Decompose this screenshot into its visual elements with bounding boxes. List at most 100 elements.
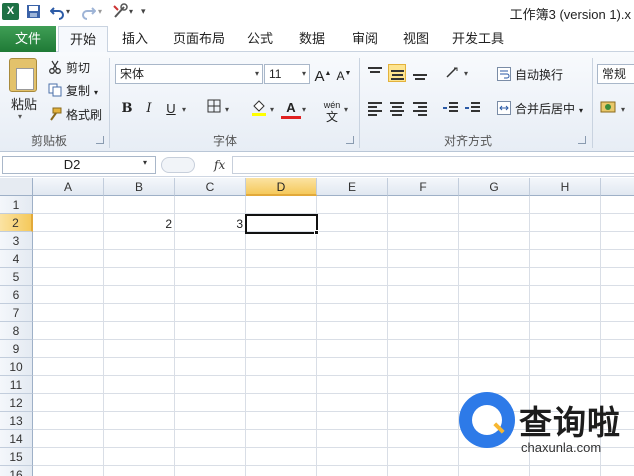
column-header-a[interactable]: A [33,178,104,196]
paste-dropdown-icon[interactable]: ▾ [18,112,22,121]
italic-button[interactable]: I [139,99,159,119]
tab-developer[interactable]: 开发工具 [448,26,508,52]
tools-dropdown-icon[interactable]: ▾ [129,3,137,20]
font-launcher-icon[interactable] [346,136,354,144]
name-box-dropdown-icon[interactable]: ▾ [143,158,147,167]
phonetic-pinyin-label: wén [323,100,341,110]
active-cell-d2[interactable] [245,214,318,234]
merge-center-dropdown-icon[interactable]: ▾ [579,106,583,115]
orientation-dropdown-icon[interactable]: ▾ [464,69,468,78]
font-size-combo[interactable]: 11 ▾ [264,64,310,84]
row-header-2[interactable]: 2 [0,214,33,232]
redo-icon[interactable] [82,3,97,20]
paste-button-label[interactable]: 粘贴 [11,94,37,113]
merge-center-button[interactable]: 合并后居中 ▾ [497,100,583,118]
format-painter-button[interactable]: 格式刷 [48,106,102,124]
redo-dropdown-icon[interactable]: ▾ [98,3,106,20]
insert-function-icon[interactable]: fx [214,158,225,172]
column-header-e[interactable]: E [317,178,388,196]
align-center-icon[interactable] [388,99,406,117]
name-box[interactable]: D2 [2,156,156,174]
fill-handle[interactable] [314,230,319,235]
row-header-1[interactable]: 1 [0,196,33,214]
number-format-value: 常规 [602,67,627,81]
undo-icon[interactable] [49,3,64,20]
phonetic-dropdown-icon[interactable]: ▾ [344,105,348,114]
row-header-13[interactable]: 13 [0,412,33,430]
fill-color-button[interactable] [249,99,269,119]
row-header-9[interactable]: 9 [0,340,33,358]
row-header-3[interactable]: 3 [0,232,33,250]
underline-button[interactable]: U [161,99,181,119]
underline-dropdown-icon[interactable]: ▾ [182,105,186,114]
copy-button[interactable]: 复制 ▾ [48,82,98,100]
column-header-i[interactable]: I [601,178,634,196]
borders-dropdown-icon[interactable]: ▾ [225,105,229,114]
tab-data[interactable]: 数据 [292,26,332,52]
align-left-icon[interactable] [366,99,384,117]
column-header-c[interactable]: C [175,178,246,196]
grid-row-line [33,339,634,340]
row-header-14[interactable]: 14 [0,430,33,448]
tab-page-layout[interactable]: 页面布局 [168,26,230,52]
customize-quick-access-icon[interactable]: ▾ [141,3,149,20]
row-header-10[interactable]: 10 [0,358,33,376]
paste-icon[interactable] [9,58,37,92]
tools-icon[interactable] [112,3,128,20]
font-name-dropdown-icon[interactable]: ▾ [255,65,259,83]
cut-button[interactable]: 剪切 [48,59,90,77]
font-color-button[interactable]: A [281,98,301,119]
row-header-6[interactable]: 6 [0,286,33,304]
brush-icon [48,107,62,121]
tab-formulas[interactable]: 公式 [240,26,280,52]
column-header-b[interactable]: B [104,178,175,196]
borders-button[interactable] [204,99,224,119]
align-top-icon[interactable] [366,64,384,82]
copy-dropdown-icon[interactable]: ▾ [94,88,98,97]
row-header-11[interactable]: 11 [0,376,33,394]
bold-button[interactable]: B [117,99,137,119]
align-right-icon[interactable] [411,99,429,117]
row-header-12[interactable]: 12 [0,394,33,412]
row-header-16[interactable]: 16 [0,466,33,476]
increase-indent-icon[interactable] [464,99,482,117]
tab-home[interactable]: 开始 [58,26,108,53]
row-header-15[interactable]: 15 [0,448,33,466]
clipboard-launcher-icon[interactable] [96,136,104,144]
font-name-combo[interactable]: 宋体 ▾ [115,64,263,84]
currency-dropdown-icon[interactable]: ▾ [621,105,625,114]
formula-bar-resize-handle[interactable] [161,157,195,173]
align-middle-icon[interactable] [388,64,406,82]
save-icon[interactable] [26,3,41,20]
number-format-combo[interactable]: 常规 [597,64,634,84]
decrease-indent-icon[interactable] [442,99,460,117]
column-header-h[interactable]: H [530,178,601,196]
row-header-8[interactable]: 8 [0,322,33,340]
grow-font-button[interactable]: A▲ [313,64,333,85]
row-header-4[interactable]: 4 [0,250,33,268]
font-size-dropdown-icon[interactable]: ▾ [302,65,306,83]
cell-c2[interactable]: 3 [175,215,246,233]
tab-review[interactable]: 审阅 [345,26,385,52]
font-color-dropdown-icon[interactable]: ▾ [302,105,306,114]
cell-b2[interactable]: 2 [104,215,175,233]
tab-insert[interactable]: 插入 [113,26,157,52]
currency-format-icon[interactable] [599,99,619,119]
column-header-d[interactable]: D [246,178,317,196]
alignment-launcher-icon[interactable] [578,136,586,144]
column-header-f[interactable]: F [388,178,459,196]
select-all-corner[interactable] [0,178,33,196]
orientation-icon[interactable] [444,64,462,82]
wrap-text-button[interactable]: 自动换行 [497,66,563,84]
phonetic-button[interactable]: wén 文 [322,99,342,123]
undo-dropdown-icon[interactable]: ▾ [66,3,74,20]
row-header-5[interactable]: 5 [0,268,33,286]
column-header-g[interactable]: G [459,178,530,196]
formula-input[interactable] [232,156,634,174]
align-bottom-icon[interactable] [411,64,429,82]
tab-file[interactable]: 文件 [0,26,56,52]
fill-color-dropdown-icon[interactable]: ▾ [270,105,274,114]
row-header-7[interactable]: 7 [0,304,33,322]
shrink-font-button[interactable]: A▼ [334,64,354,84]
tab-view[interactable]: 视图 [396,26,436,52]
